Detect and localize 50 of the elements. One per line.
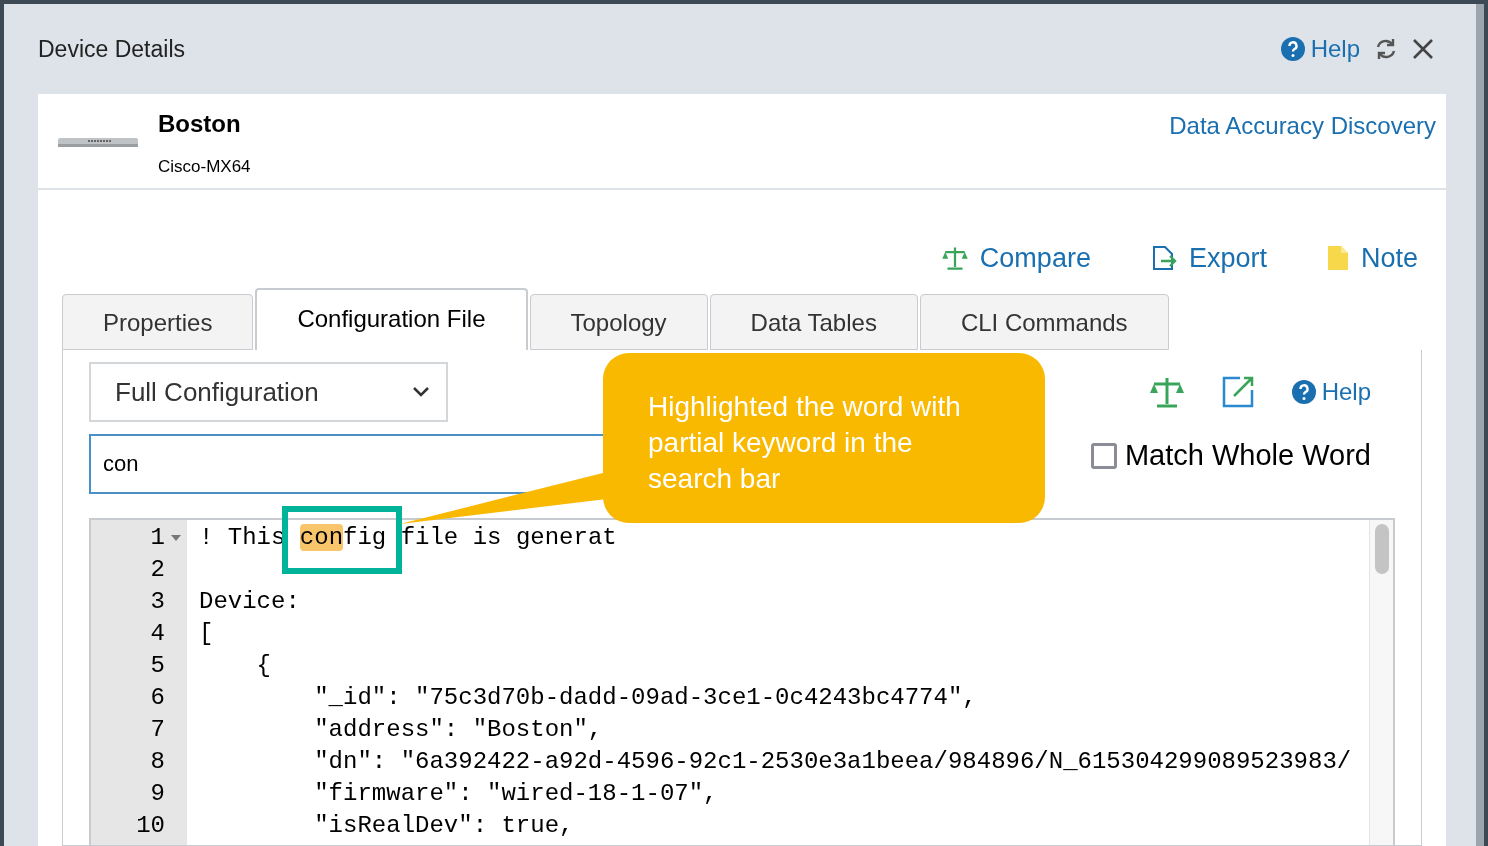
- tab[interactable]: Configuration File: [255, 288, 528, 350]
- data-accuracy-link[interactable]: Data Accuracy Discovery: [1169, 110, 1436, 188]
- tab[interactable]: Topology: [529, 294, 708, 350]
- chevron-icon: [412, 386, 430, 398]
- external-link-icon[interactable]: [1221, 376, 1254, 408]
- line-number: 3: [149, 587, 165, 617]
- close-icon[interactable]: [1412, 38, 1434, 60]
- device-model: Cisco-MX64: [158, 156, 251, 178]
- line-number: 10: [135, 811, 165, 841]
- code-line: ! This config file is generat: [198, 523, 617, 553]
- tab[interactable]: CLI Commands: [919, 294, 1169, 350]
- action-link[interactable]: Note: [1326, 228, 1418, 288]
- checkbox-label: Match Whole Word: [1124, 438, 1371, 473]
- line-number: 9: [149, 779, 165, 809]
- tab[interactable]: Properties: [62, 294, 254, 350]
- code-line: "address": "Boston",: [313, 715, 603, 745]
- code-line: [: [198, 619, 214, 649]
- code-line: Device:: [198, 587, 300, 617]
- tab[interactable]: Data Tables: [709, 294, 918, 350]
- help-icon: [1280, 37, 1305, 61]
- code-line: "isRealDev": true,: [313, 811, 574, 841]
- action-link[interactable]: Export: [1150, 228, 1267, 288]
- code-line: "dn": "6a392422-a92d-4596-92c1-2530e3a1beea/984896/N_615304299089523983/: [313, 747, 1352, 777]
- export-icon: [1150, 245, 1177, 271]
- code-line: "firmware": "wired-18-1-07",: [313, 779, 718, 809]
- callout: Highlighted the word with partial keyword in the search bar: [603, 353, 1045, 523]
- line-number: 7: [149, 715, 165, 745]
- line-number: 5: [149, 651, 165, 681]
- line-number: 4: [149, 619, 165, 649]
- code-line: "_id": "75c3d70b-dadd-09ad-3ce1-0c4243bc4774",: [313, 683, 977, 713]
- line-number: 6: [149, 683, 165, 713]
- code-line: {: [255, 651, 271, 681]
- scrollbar-thumb[interactable]: [1374, 524, 1389, 574]
- view-dropdown[interactable]: Full Configuration: [89, 362, 448, 422]
- line-number: 1: [149, 523, 165, 553]
- router-icon: [58, 136, 138, 148]
- note-icon: [1326, 245, 1349, 271]
- window-title: Device Details: [38, 34, 185, 64]
- help-link[interactable]: Help: [1291, 374, 1371, 410]
- line-number: 8: [149, 747, 165, 777]
- help-link[interactable]: Help: [1280, 31, 1360, 67]
- scale-icon[interactable]: [1149, 376, 1184, 408]
- refresh-icon[interactable]: [1374, 38, 1398, 60]
- fold-icon[interactable]: [171, 535, 181, 541]
- help-icon: [1291, 380, 1316, 404]
- action-link[interactable]: Compare: [941, 228, 1091, 288]
- scale-icon: [941, 246, 968, 270]
- device-name: Boston: [158, 110, 242, 138]
- checkbox[interactable]: [1090, 442, 1117, 469]
- line-number: 2: [149, 555, 165, 585]
